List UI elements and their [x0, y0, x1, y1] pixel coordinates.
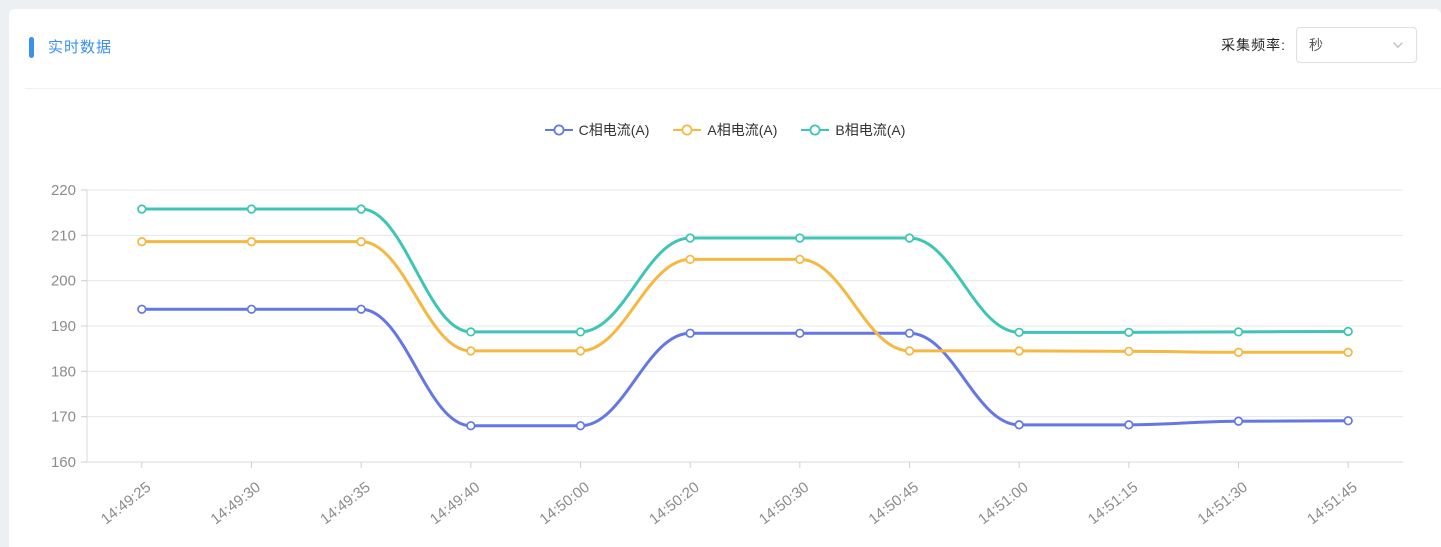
data-point-marker[interactable]	[357, 238, 365, 246]
x-axis-label: 14:49:25	[98, 479, 154, 528]
page: { "header": { "title": "实时数据", "frequenc…	[0, 0, 1441, 547]
data-point-marker[interactable]	[686, 234, 694, 242]
data-point-marker[interactable]	[138, 205, 146, 213]
data-point-marker[interactable]	[1125, 421, 1133, 429]
y-axis-label: 160	[51, 454, 76, 471]
x-axis-label: 14:50:30	[756, 479, 812, 528]
data-point-marker[interactable]	[796, 329, 804, 337]
x-axis-label: 14:49:30	[207, 479, 263, 528]
data-point-marker[interactable]	[577, 347, 585, 355]
data-point-marker[interactable]	[357, 205, 365, 213]
series-line	[142, 209, 1348, 332]
x-axis-label: 14:50:00	[536, 479, 592, 528]
series-line	[142, 242, 1348, 353]
data-point-marker[interactable]	[686, 329, 694, 337]
y-axis-label: 210	[51, 227, 76, 244]
data-point-marker[interactable]	[248, 205, 256, 213]
data-point-marker[interactable]	[1125, 348, 1133, 356]
data-point-marker[interactable]	[1015, 347, 1023, 355]
x-axis-label: 14:51:45	[1304, 479, 1360, 528]
y-axis-label: 180	[51, 363, 76, 380]
data-point-marker[interactable]	[1235, 417, 1243, 425]
x-axis-label: 14:51:30	[1194, 479, 1250, 528]
data-point-marker[interactable]	[686, 256, 694, 264]
data-point-marker[interactable]	[796, 234, 804, 242]
data-point-marker[interactable]	[467, 422, 475, 430]
data-point-marker[interactable]	[248, 238, 256, 246]
data-point-marker[interactable]	[467, 347, 475, 355]
data-point-marker[interactable]	[906, 329, 914, 337]
data-point-marker[interactable]	[1344, 417, 1352, 425]
data-point-marker[interactable]	[138, 238, 146, 246]
data-point-marker[interactable]	[1235, 348, 1243, 356]
y-axis-label: 170	[51, 409, 76, 426]
data-point-marker[interactable]	[906, 347, 914, 355]
x-axis-label: 14:49:40	[427, 479, 483, 528]
data-point-marker[interactable]	[1015, 329, 1023, 337]
x-axis-label: 14:50:45	[865, 479, 921, 528]
data-point-marker[interactable]	[138, 305, 146, 313]
realtime-data-card: 实时数据 采集频率: 秒 C相电流(A)A相电流(A)B相电流(A) 16017…	[9, 9, 1441, 547]
x-axis-label: 14:50:20	[646, 479, 702, 528]
series-line	[142, 309, 1348, 426]
x-axis-label: 14:49:35	[317, 479, 373, 528]
data-point-marker[interactable]	[796, 256, 804, 264]
data-point-marker[interactable]	[248, 305, 256, 313]
data-point-marker[interactable]	[1344, 348, 1352, 356]
chart-canvas[interactable]: 160 170 180 190 200 210 220 14:49:25 14:49:30 14:…	[9, 9, 1441, 547]
data-point-marker[interactable]	[467, 328, 475, 336]
y-axis-label: 200	[51, 273, 76, 290]
data-point-marker[interactable]	[906, 234, 914, 242]
x-axis-label: 14:51:15	[1085, 479, 1141, 528]
data-point-marker[interactable]	[577, 328, 585, 336]
data-point-marker[interactable]	[577, 422, 585, 430]
data-point-marker[interactable]	[1344, 328, 1352, 336]
data-point-marker[interactable]	[357, 305, 365, 313]
data-point-marker[interactable]	[1235, 328, 1243, 336]
y-axis-label: 190	[51, 318, 76, 335]
data-point-marker[interactable]	[1125, 329, 1133, 337]
x-axis-label: 14:51:00	[975, 479, 1031, 528]
data-point-marker[interactable]	[1015, 421, 1023, 429]
y-axis-label: 220	[51, 182, 76, 199]
